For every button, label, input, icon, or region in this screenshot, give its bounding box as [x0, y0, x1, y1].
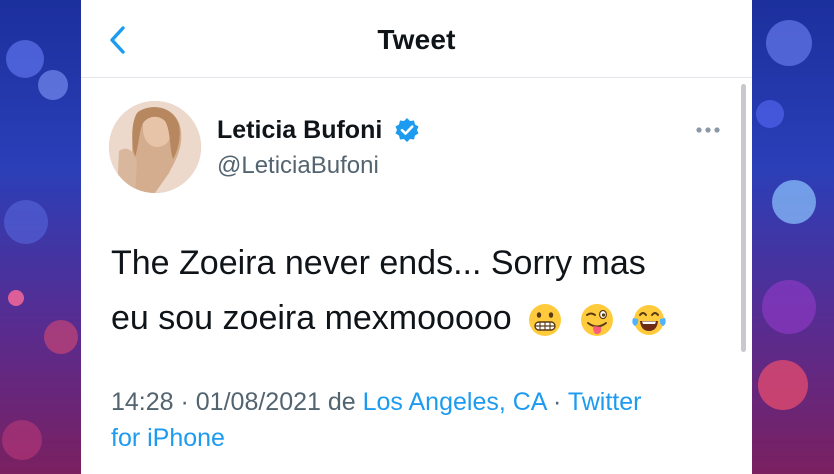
- tweet-date[interactable]: 01/08/2021: [196, 388, 321, 416]
- winking-tongue-face-emoji: [580, 304, 613, 337]
- separator-dot: ·: [173, 388, 196, 416]
- author-name[interactable]: Leticia Bufoni: [217, 116, 382, 145]
- page-title: Tweet: [377, 24, 456, 55]
- bokeh-light: [756, 100, 784, 128]
- location-link[interactable]: Los Angeles, CA: [363, 388, 546, 416]
- tweet-screen: Tweet Leticia Bufoni @LeticiaBufoni The …: [81, 0, 752, 474]
- tears-of-joy-emoji: [632, 305, 666, 336]
- bokeh-light: [4, 200, 48, 244]
- profile-photo: [109, 101, 201, 193]
- more-dots-icon: [696, 127, 720, 133]
- verified-badge-icon: [395, 118, 419, 142]
- background-right: [752, 0, 834, 474]
- separator-dot: ·: [546, 388, 568, 416]
- bokeh-light: [44, 320, 78, 354]
- tweet-text: The Zoeira never ends... Sorry mas eu so…: [111, 236, 721, 346]
- bokeh-light: [766, 20, 812, 66]
- more-options-button[interactable]: [693, 118, 723, 142]
- author-handle[interactable]: @LeticiaBufoni: [217, 152, 379, 180]
- tweet-time[interactable]: 14:28: [111, 388, 174, 416]
- bokeh-light: [2, 420, 42, 460]
- tweet-text-line-with-emojis: eu sou zoeira mexmooooo: [111, 291, 721, 346]
- background-left: [0, 0, 81, 474]
- bokeh-light: [8, 290, 24, 306]
- tweet-text-line: eu sou zoeira mexmooooo: [111, 299, 512, 337]
- navigation-bar: Tweet: [81, 0, 752, 78]
- bokeh-light: [6, 40, 44, 78]
- source-link[interactable]: Twitter: [568, 388, 642, 416]
- avatar[interactable]: [109, 101, 201, 193]
- bokeh-light: [38, 70, 68, 100]
- tweet-meta: 14:28 · 01/08/2021 de Los Angeles, CA · …: [111, 384, 711, 456]
- tweet-text-line: The Zoeira never ends... Sorry mas: [111, 244, 646, 282]
- grimacing-face-emoji: [529, 304, 562, 337]
- bokeh-light: [762, 280, 816, 334]
- from-label: de: [327, 388, 356, 416]
- scrollbar[interactable]: [741, 84, 746, 352]
- bokeh-light: [772, 180, 816, 224]
- source-link-continued[interactable]: for iPhone: [111, 424, 225, 452]
- bokeh-light: [758, 360, 808, 410]
